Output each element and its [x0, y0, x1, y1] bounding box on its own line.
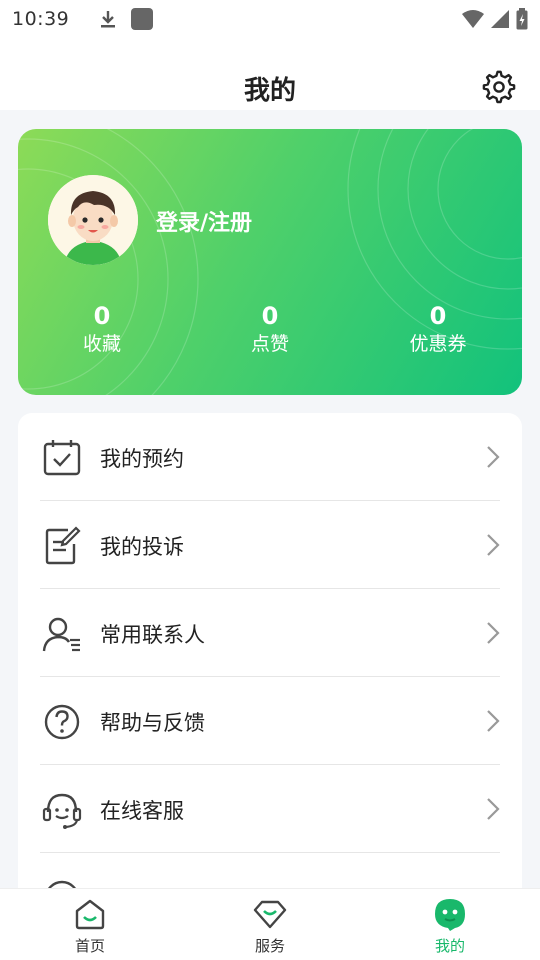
calendar-check-icon — [43, 440, 81, 476]
chevron-right-icon — [487, 534, 500, 556]
avatar[interactable] — [48, 175, 138, 265]
stat-coupons[interactable]: 0 优惠券 — [378, 301, 498, 357]
tab-mine[interactable]: 我的 — [390, 897, 510, 956]
contacts-icon — [42, 617, 80, 652]
profile-card: 登录/注册 0 收藏 0 点赞 0 优惠券 — [18, 129, 522, 395]
status-bar: 10:39 — [0, 0, 540, 38]
stat-likes-value: 0 — [261, 302, 279, 330]
menu-item-appointments[interactable]: 我的预约 — [18, 413, 522, 501]
home-icon — [75, 899, 105, 930]
stat-favorites-label: 收藏 — [82, 333, 121, 355]
signal-icon — [491, 10, 509, 28]
help-circle-icon — [44, 704, 80, 740]
service-gem-icon — [253, 900, 287, 929]
menu-item-label: 在线客服 — [100, 799, 184, 823]
page-title: 我的 — [243, 76, 296, 106]
tab-service[interactable]: 服务 — [210, 897, 330, 956]
tab-mine-label: 我的 — [434, 937, 465, 955]
tab-service-label: 服务 — [254, 937, 285, 955]
status-time: 10:39 — [12, 8, 70, 30]
app-square-icon — [131, 8, 154, 30]
menu-item-label: 我的预约 — [100, 447, 184, 471]
login-register-link[interactable]: 登录/注册 — [156, 205, 252, 237]
chevron-right-icon — [487, 446, 500, 468]
stat-coupons-value: 0 — [429, 302, 447, 330]
tab-home[interactable]: 首页 — [30, 897, 150, 956]
menu-list: 我的预约 我的投诉 常用联系人 帮助与反馈 在线客服 — [18, 413, 522, 933]
stat-likes-label: 点赞 — [250, 333, 289, 355]
headset-icon — [42, 793, 82, 829]
stat-favorites[interactable]: 0 收藏 — [42, 301, 162, 357]
menu-item-contacts[interactable]: 常用联系人 — [18, 589, 522, 677]
download-icon — [101, 11, 116, 28]
boy-avatar-icon — [48, 175, 138, 265]
mine-face-icon — [435, 899, 465, 931]
battery-icon — [516, 8, 528, 30]
tab-home-label: 首页 — [74, 937, 105, 955]
chevron-right-icon — [487, 798, 500, 820]
stat-coupons-label: 优惠券 — [409, 333, 467, 355]
stat-favorites-value: 0 — [93, 302, 111, 330]
menu-item-complaints[interactable]: 我的投诉 — [18, 501, 522, 589]
chevron-right-icon — [487, 710, 500, 732]
menu-item-label: 帮助与反馈 — [100, 711, 205, 735]
edit-note-icon — [45, 526, 81, 565]
wifi-icon — [462, 10, 484, 28]
menu-item-help-feedback[interactable]: 帮助与反馈 — [18, 677, 522, 765]
menu-item-label: 常用联系人 — [100, 623, 205, 647]
header: 我的 — [0, 38, 540, 110]
menu-item-online-service[interactable]: 在线客服 — [18, 765, 522, 853]
gear-icon[interactable] — [482, 70, 516, 104]
stat-likes[interactable]: 0 点赞 — [210, 301, 330, 357]
menu-item-label: 我的投诉 — [100, 535, 184, 559]
tab-bar: 首页 服务 我的 — [0, 888, 540, 960]
chevron-right-icon — [487, 622, 500, 644]
